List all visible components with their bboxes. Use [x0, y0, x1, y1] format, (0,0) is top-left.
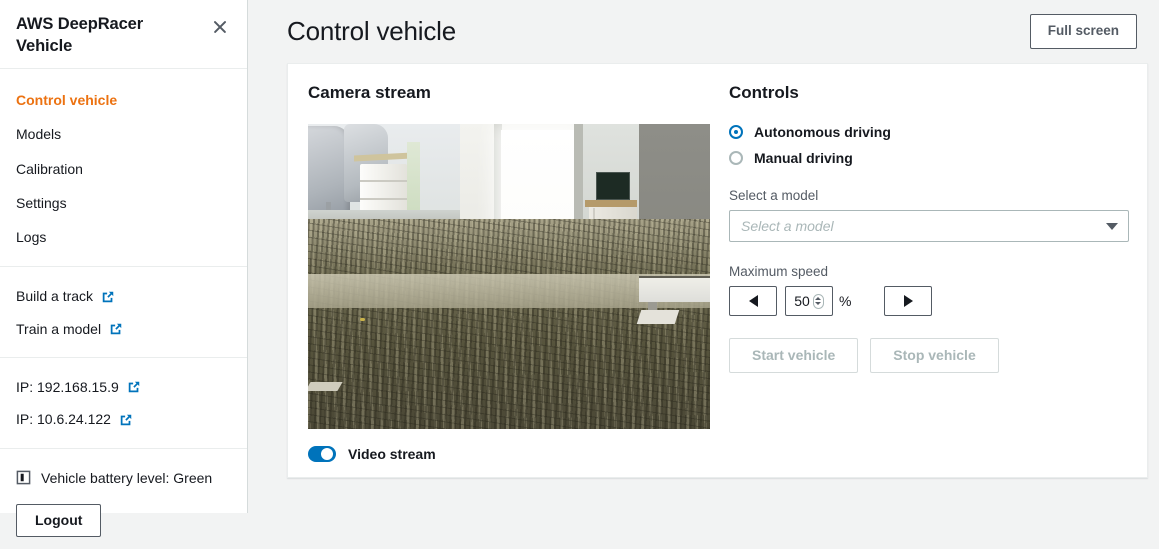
vehicle-action-buttons: Start vehicle Stop vehicle [729, 338, 1129, 373]
sidebar: AWS DeepRacer Vehicle Control vehicle Mo… [0, 0, 248, 537]
triangle-right-icon [903, 295, 913, 307]
sidebar-title: AWS DeepRacer Vehicle [16, 15, 144, 55]
start-vehicle-button[interactable]: Start vehicle [729, 338, 859, 373]
train-a-model-label: Train a model [16, 320, 102, 337]
sidebar-item-settings[interactable]: Settings [0, 186, 247, 220]
sidebar-item-models[interactable]: Models [0, 117, 247, 151]
chevron-up-icon [815, 297, 822, 300]
external-link-icon [102, 291, 114, 302]
page-title: Control vehicle [287, 16, 456, 46]
stepper-arrows-icon[interactable] [812, 293, 824, 309]
stop-vehicle-button[interactable]: Stop vehicle [870, 338, 999, 373]
radio-manual-label: Manual driving [754, 150, 853, 166]
maximum-speed-controls: 50 % [729, 286, 1129, 316]
external-link-icon [128, 381, 140, 393]
maximum-speed-label: Maximum speed [729, 264, 829, 279]
video-stream-toggle-row: Video stream [308, 446, 710, 462]
ip-secondary-label: IP: 10.6.24.122 [16, 411, 111, 428]
main-content: Control vehicle Full screen Camera strea… [248, 0, 1159, 513]
battery-status-label: Vehicle battery level: Green [41, 469, 213, 486]
controls-panel: Controls Autonomous driving Manual drivi… [710, 83, 1129, 477]
speed-unit-label: % [839, 293, 852, 309]
radio-manual-driving[interactable]: Manual driving [729, 150, 1129, 166]
chevron-down-icon [815, 302, 822, 305]
sidebar-battery-status: Vehicle battery level: Green Logout [0, 449, 247, 549]
battery-icon [16, 470, 31, 485]
full-screen-button[interactable]: Full screen [1029, 14, 1137, 49]
page-header: Control vehicle Full screen [287, 0, 1148, 63]
camera-stream-video[interactable] [308, 124, 710, 429]
sidebar-nav: Control vehicle Models Calibration Setti… [0, 69, 247, 266]
control-vehicle-card: Camera stream Video stream Controls Auto… [287, 63, 1148, 478]
speed-increment-button[interactable] [884, 286, 933, 316]
battery-status-row: Vehicle battery level: Green [16, 462, 231, 494]
select-model-dropdown[interactable]: Select a model [729, 210, 1129, 242]
radio-autonomous-driving[interactable]: Autonomous driving [729, 124, 1129, 140]
logout-button[interactable]: Logout [16, 503, 102, 537]
radio-autonomous-indicator [729, 125, 743, 139]
select-model-label: Select a model [729, 188, 819, 203]
sidebar-link-build-a-track[interactable]: Build a track [16, 280, 231, 312]
sidebar-item-control-vehicle[interactable]: Control vehicle [0, 83, 247, 117]
external-link-icon [120, 414, 132, 425]
video-stream-toggle[interactable] [308, 446, 336, 462]
video-stream-label: Video stream [348, 446, 436, 462]
close-icon[interactable] [209, 16, 231, 38]
radio-autonomous-label: Autonomous driving [754, 124, 891, 140]
sidebar-item-logs[interactable]: Logs [0, 220, 247, 254]
app-root: AWS DeepRacer Vehicle Control vehicle Mo… [0, 0, 1159, 537]
sidebar-link-train-a-model[interactable]: Train a model [16, 313, 231, 345]
speed-decrement-button[interactable] [729, 286, 777, 316]
logout-container: Logout [16, 494, 231, 537]
radio-manual-indicator [729, 151, 743, 165]
speed-stepper-input[interactable]: 50 [785, 286, 833, 316]
sidebar-header: AWS DeepRacer Vehicle [0, 0, 247, 69]
speed-value: 50 [794, 293, 810, 309]
sidebar-ip-list: IP: 192.168.15.9 IP: 10.6.24.122 [0, 358, 247, 448]
sidebar-ip-primary[interactable]: IP: 192.168.15.9 [16, 371, 231, 403]
build-a-track-label: Build a track [16, 288, 94, 305]
sidebar-ip-secondary[interactable]: IP: 10.6.24.122 [16, 403, 231, 435]
sidebar-external-links: Build a track Train a model [0, 267, 247, 357]
chevron-down-icon [1106, 222, 1118, 230]
camera-stream-title: Camera stream [308, 83, 431, 102]
sidebar-item-calibration[interactable]: Calibration [0, 152, 247, 186]
select-model-placeholder: Select a model [741, 218, 834, 234]
triangle-left-icon [748, 295, 758, 307]
ip-primary-label: IP: 192.168.15.9 [16, 379, 119, 396]
toggle-knob [321, 448, 333, 460]
external-link-icon [110, 323, 122, 335]
controls-title: Controls [729, 83, 799, 102]
camera-stream-panel: Camera stream Video stream [308, 83, 710, 477]
